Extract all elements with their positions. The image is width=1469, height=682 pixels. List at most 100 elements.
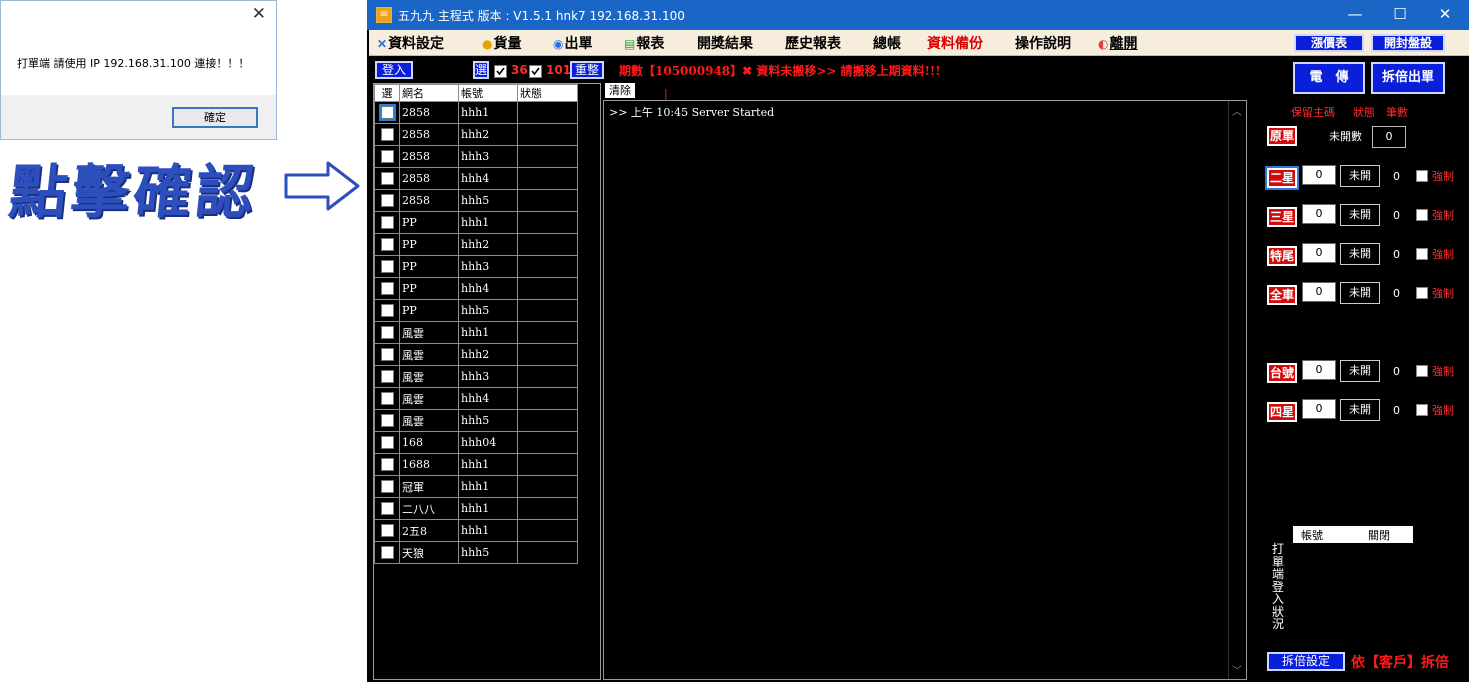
bet-value-input[interactable]: 0: [1302, 282, 1336, 302]
row-select-cell[interactable]: [374, 409, 400, 432]
row-checkbox[interactable]: [380, 326, 394, 340]
row-select-cell[interactable]: [374, 145, 400, 168]
menu-ledger[interactable]: 總帳: [873, 33, 901, 53]
menu-draw-results[interactable]: 開獎結果: [697, 33, 753, 53]
table-row[interactable]: PP hhh1: [374, 211, 578, 234]
menu-issue-order[interactable]: ◉出單: [553, 33, 592, 53]
market-settings-button[interactable]: 開封盤設: [1371, 34, 1445, 52]
bet-type-button[interactable]: 二星: [1265, 166, 1299, 190]
log-scrollbar[interactable]: ︿ ﹀: [1228, 101, 1246, 679]
menu-backup[interactable]: 資料備份: [927, 33, 983, 53]
price-table-button[interactable]: 漲價表: [1294, 34, 1364, 52]
row-checkbox[interactable]: [378, 104, 396, 122]
row-select-cell[interactable]: [374, 343, 400, 366]
table-row[interactable]: 冠軍 hhh1: [374, 475, 578, 498]
table-row[interactable]: PP hhh3: [374, 255, 578, 278]
row-checkbox[interactable]: [380, 414, 394, 428]
table-row[interactable]: 風雲 hhh4: [374, 387, 578, 410]
bet-type-button[interactable]: 台號: [1267, 363, 1297, 383]
row-select-cell[interactable]: [374, 189, 400, 212]
menu-data-settings[interactable]: ✕資料設定: [377, 33, 444, 53]
row-checkbox[interactable]: [380, 458, 394, 472]
maximize-button[interactable]: ☐: [1377, 0, 1423, 30]
filter-checkbox-b[interactable]: [529, 65, 542, 78]
row-select-cell[interactable]: [374, 167, 400, 190]
row-select-cell[interactable]: [374, 101, 400, 124]
menu-exit[interactable]: ◐離開: [1098, 33, 1137, 53]
row-checkbox[interactable]: [380, 546, 394, 560]
table-row[interactable]: 風雲 hhh2: [374, 343, 578, 366]
split-settings-button[interactable]: 拆倍設定: [1267, 652, 1345, 671]
menu-volume[interactable]: ●貨量: [482, 33, 521, 53]
row-checkbox[interactable]: [380, 172, 394, 186]
table-row[interactable]: 2858 hhh4: [374, 167, 578, 190]
row-checkbox[interactable]: [380, 370, 394, 384]
row-checkbox[interactable]: [380, 282, 394, 296]
row-checkbox[interactable]: [380, 436, 394, 450]
table-row[interactable]: 二八八 hhh1: [374, 497, 578, 520]
table-row[interactable]: 168 hhh04: [374, 431, 578, 454]
table-row[interactable]: 風雲 hhh1: [374, 321, 578, 344]
unopened-toggle-button[interactable]: 未開: [1340, 204, 1380, 226]
bet-type-button[interactable]: 三星: [1267, 207, 1297, 227]
select-all-button[interactable]: 選: [473, 61, 489, 79]
force-checkbox[interactable]: [1416, 248, 1428, 260]
unopened-toggle-button[interactable]: 未開: [1340, 360, 1380, 382]
force-checkbox[interactable]: [1416, 404, 1428, 416]
table-row[interactable]: 2858 hhh1: [374, 101, 578, 124]
minimize-button[interactable]: —: [1332, 0, 1378, 30]
force-checkbox[interactable]: [1416, 170, 1428, 182]
row-select-cell[interactable]: [374, 387, 400, 410]
row-select-cell[interactable]: [374, 541, 400, 564]
bet-value-input[interactable]: 0: [1302, 360, 1336, 380]
table-row[interactable]: 2858 hhh2: [374, 123, 578, 146]
row-select-cell[interactable]: [374, 453, 400, 476]
bet-type-button[interactable]: 全車: [1267, 285, 1297, 305]
row-checkbox[interactable]: [380, 128, 394, 142]
bet-value-input[interactable]: 0: [1302, 399, 1336, 419]
row-checkbox[interactable]: [380, 216, 394, 230]
force-checkbox[interactable]: [1416, 365, 1428, 377]
row-select-cell[interactable]: [374, 475, 400, 498]
unopened-toggle-button[interactable]: 未開: [1340, 243, 1380, 265]
force-checkbox[interactable]: [1416, 287, 1428, 299]
row-checkbox[interactable]: [380, 260, 394, 274]
close-button[interactable]: ✕: [1422, 0, 1468, 30]
table-row[interactable]: PP hhh4: [374, 277, 578, 300]
table-row[interactable]: 1688 hhh1: [374, 453, 578, 476]
menu-help[interactable]: 操作說明: [1015, 33, 1071, 53]
row-checkbox[interactable]: [380, 348, 394, 362]
unopened-toggle-button[interactable]: 未開: [1340, 165, 1380, 187]
login-button[interactable]: 登入: [375, 61, 413, 79]
bet-value-input[interactable]: 0: [1302, 165, 1336, 185]
row-checkbox[interactable]: [380, 238, 394, 252]
row-select-cell[interactable]: [374, 431, 400, 454]
filter-checkbox-a[interactable]: [494, 65, 507, 78]
row-checkbox[interactable]: [380, 150, 394, 164]
table-row[interactable]: 風雲 hhh5: [374, 409, 578, 432]
force-checkbox[interactable]: [1416, 209, 1428, 221]
bet-value-input[interactable]: 0: [1302, 204, 1336, 224]
table-row[interactable]: 2858 hhh3: [374, 145, 578, 168]
row-select-cell[interactable]: [374, 497, 400, 520]
bet-type-button[interactable]: 特尾: [1267, 246, 1297, 266]
table-row[interactable]: 2858 hhh5: [374, 189, 578, 212]
menu-history-report[interactable]: 歷史報表: [785, 33, 841, 53]
row-checkbox[interactable]: [380, 480, 394, 494]
scroll-up-icon[interactable]: ︿: [1232, 103, 1242, 118]
row-checkbox[interactable]: [380, 502, 394, 516]
table-row[interactable]: PP hhh2: [374, 233, 578, 256]
dialog-ok-button[interactable]: 確定: [172, 107, 258, 128]
row-checkbox[interactable]: [380, 304, 394, 318]
clear-log-button[interactable]: 清除: [605, 83, 635, 98]
row-select-cell[interactable]: [374, 299, 400, 322]
row-checkbox[interactable]: [380, 524, 394, 538]
bet-value-input[interactable]: 0: [1302, 243, 1336, 263]
row-checkbox[interactable]: [380, 194, 394, 208]
bet-type-button[interactable]: 四星: [1267, 402, 1297, 422]
table-row[interactable]: 天狼 hhh5: [374, 541, 578, 564]
row-select-cell[interactable]: [374, 123, 400, 146]
split-order-button[interactable]: 拆倍出單: [1371, 62, 1445, 94]
unopened-toggle-button[interactable]: 未開: [1340, 282, 1380, 304]
table-row[interactable]: 風雲 hhh3: [374, 365, 578, 388]
